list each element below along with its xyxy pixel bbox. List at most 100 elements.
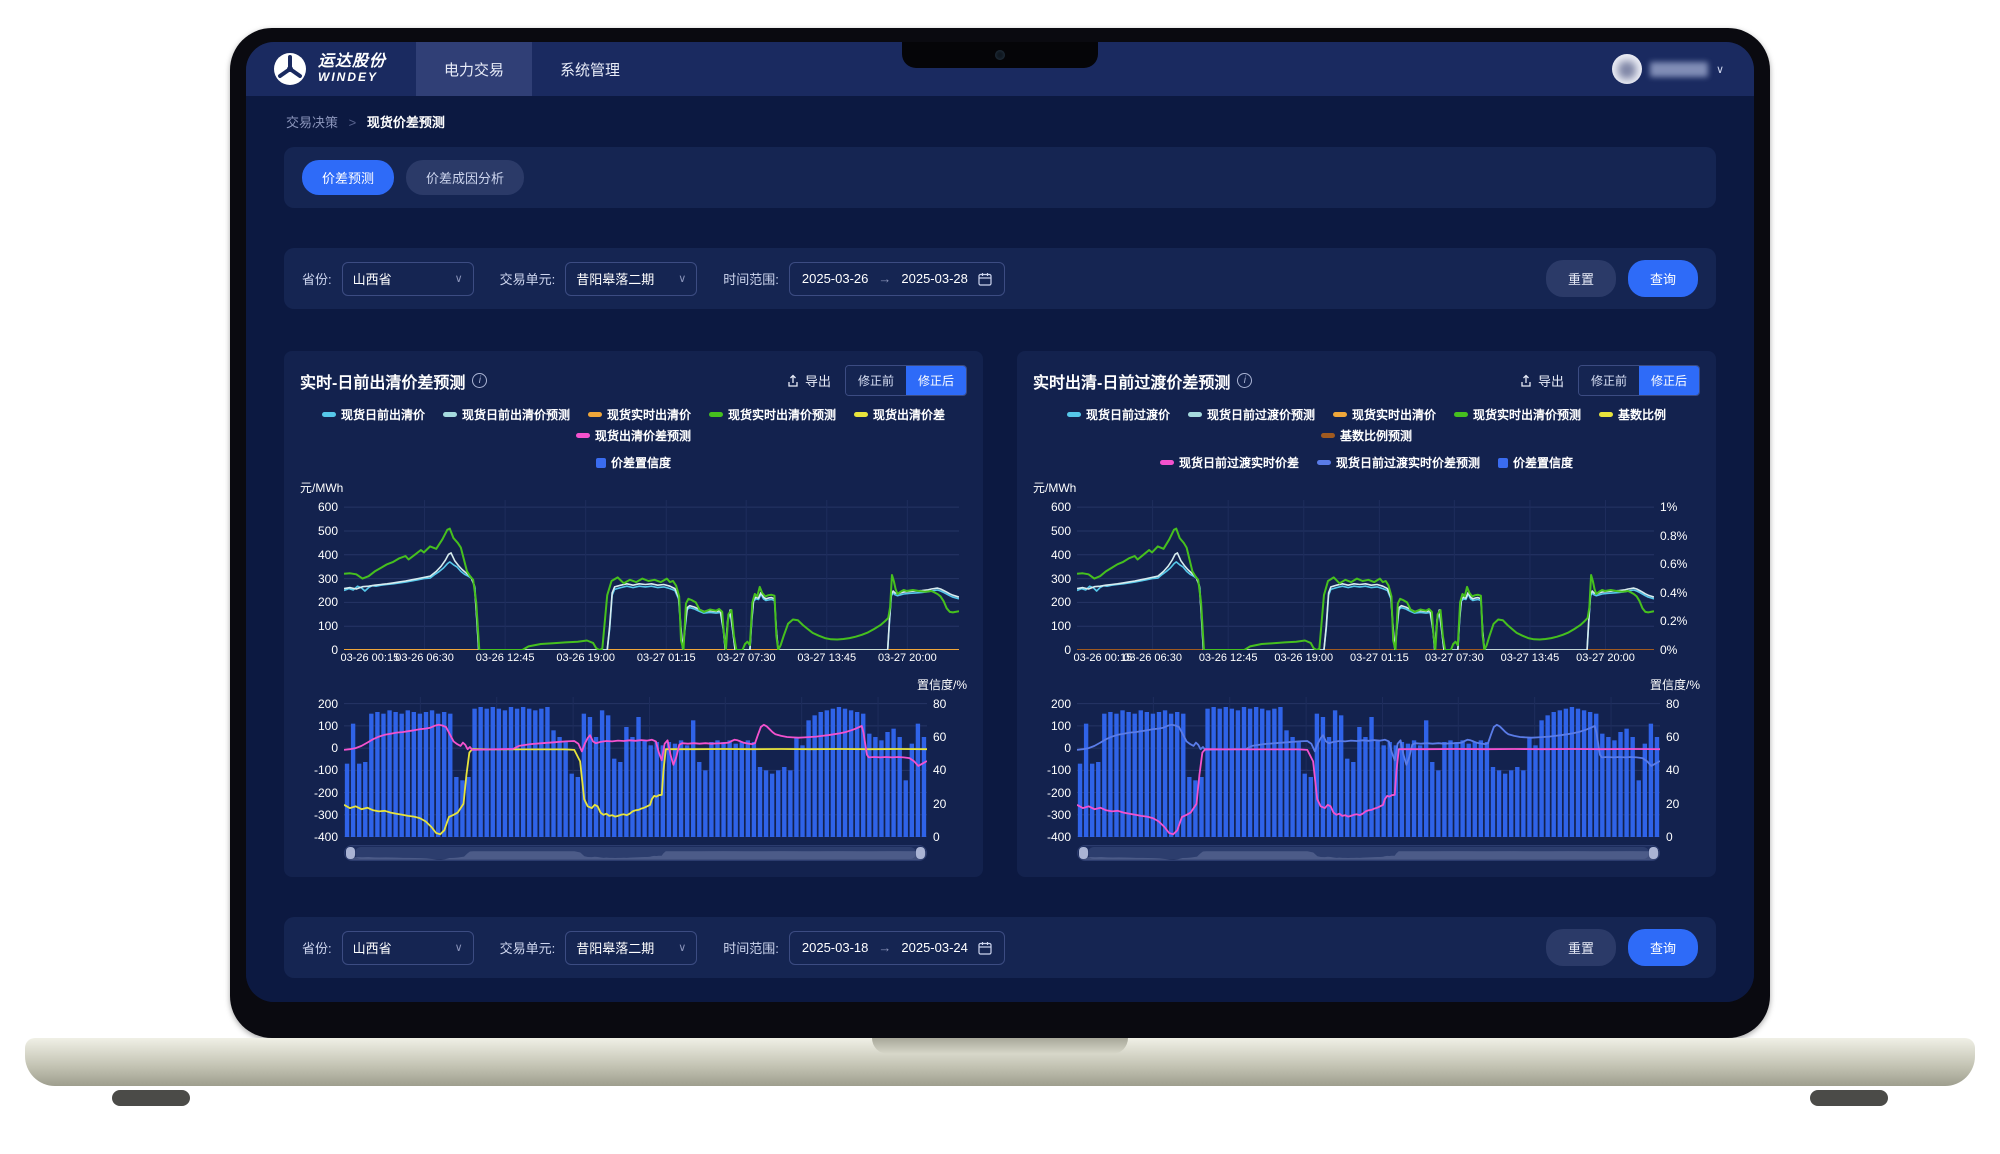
query-button[interactable]: 查询 — [1628, 929, 1698, 966]
arrow-right-icon: → — [878, 940, 891, 955]
legend-chip — [596, 458, 606, 468]
axis-tick-label: -400 — [1047, 830, 1071, 844]
trade-unit-label: 交易单元: — [500, 938, 556, 957]
legend-item[interactable]: 现货日前出清价预测 — [443, 406, 570, 423]
brand-name-cn: 运达股份 — [318, 54, 386, 71]
user-menu[interactable]: ∨ — [1612, 42, 1754, 96]
slider-handle-right[interactable] — [1649, 847, 1658, 859]
legend-item[interactable]: 价差置信度 — [596, 454, 671, 471]
legend-item[interactable]: 现货出清价差预测 — [576, 427, 691, 444]
axis-tick-label: 0 — [331, 741, 338, 755]
axis-unit-row: 元/MWh — [300, 479, 967, 496]
correction-toggle: 修正前修正后 — [1578, 365, 1700, 396]
reset-button[interactable]: 重置 — [1546, 260, 1616, 297]
query-button[interactable]: 查询 — [1628, 260, 1698, 297]
toggle-before-correction[interactable]: 修正前 — [846, 366, 906, 395]
spread-right-axis: 806040200 — [1660, 697, 1700, 837]
axis-tick-label: -100 — [314, 763, 338, 777]
tab-spread-forecast[interactable]: 价差预测 — [302, 160, 394, 195]
legend-row: 现货日前过渡实时价差 现货日前过渡实时价差预测 价差置信度 — [1033, 454, 1700, 471]
date-end[interactable]: 2025-03-24 — [901, 940, 968, 955]
price-x-axis: 03-26 00:1503-26 06:3003-26 12:4503-26 1… — [344, 652, 959, 670]
axis-tick-label: -200 — [1047, 786, 1071, 800]
breadcrumb-parent[interactable]: 交易决策 — [286, 115, 338, 130]
laptop-foot — [112, 1090, 190, 1106]
axis-tick-label: 500 — [1051, 524, 1071, 538]
correction-toggle: 修正前修正后 — [845, 365, 967, 396]
legend-item[interactable]: 基数比例 — [1599, 406, 1666, 423]
legend-item[interactable]: 现货日前出清价 — [322, 406, 425, 423]
legend-item[interactable]: 现货实时出清价预测 — [1454, 406, 1581, 423]
nav-tab-power-trading[interactable]: 电力交易 — [416, 42, 532, 96]
axis-tick-label: -100 — [1047, 763, 1071, 777]
toggle-after-correction[interactable]: 修正后 — [906, 366, 966, 395]
tab-spread-cause-analysis[interactable]: 价差成因分析 — [406, 160, 524, 195]
chevron-down-icon[interactable]: ∨ — [1716, 63, 1724, 76]
legend-item[interactable]: 现货日前过渡实时价差预测 — [1317, 454, 1480, 471]
legend-item[interactable]: 基数比例预测 — [1321, 427, 1412, 444]
axis-tick-label: 0 — [1064, 741, 1071, 755]
axis-tick-label: 80 — [933, 697, 946, 711]
date-range-picker[interactable]: 2025-03-26 → 2025-03-28 — [789, 262, 1005, 296]
avatar[interactable] — [1612, 54, 1642, 84]
legend-item[interactable]: 现货出清价差 — [854, 406, 945, 423]
legend-item[interactable]: 现货实时出清价预测 — [709, 406, 836, 423]
export-button[interactable]: 导出 — [786, 371, 831, 390]
nav-tab-system-admin[interactable]: 系统管理 — [532, 42, 648, 96]
breadcrumb: 交易决策 > 现货价差预测 — [286, 112, 1716, 131]
trade-unit-select[interactable]: 昔阳皋落二期 ∨ — [565, 262, 697, 296]
legend-chip — [588, 412, 602, 417]
date-range-picker[interactable]: 2025-03-18 → 2025-03-24 — [789, 931, 1005, 965]
x-axis-tick-label: 03-26 19:00 — [1274, 652, 1333, 664]
axis-tick-label: 0 — [933, 830, 940, 844]
axis-tick-label: 1% — [1660, 500, 1677, 514]
calendar-icon — [978, 272, 992, 286]
axis-tick-label: 100 — [318, 719, 338, 733]
legend-chip — [709, 412, 723, 417]
panel-actions: 导出修正前修正后 — [1519, 365, 1700, 396]
toggle-after-correction[interactable]: 修正后 — [1639, 366, 1699, 395]
legend-item[interactable]: 现货实时出清价 — [588, 406, 691, 423]
axis-tick-label: 0% — [1660, 643, 1677, 657]
legend-item[interactable]: 现货日前过渡实时价差 — [1160, 454, 1299, 471]
x-axis-tick-label: 03-27 20:00 — [878, 652, 937, 664]
legend-item[interactable]: 现货日前过渡价预测 — [1188, 406, 1315, 423]
toggle-before-correction[interactable]: 修正前 — [1579, 366, 1639, 395]
axis-tick-label: -400 — [314, 830, 338, 844]
reset-button[interactable]: 重置 — [1546, 929, 1616, 966]
breadcrumb-separator: > — [349, 115, 357, 130]
chevron-down-icon: ∨ — [455, 941, 463, 954]
datazoom-slider[interactable] — [1077, 845, 1660, 861]
slider-handle-left[interactable] — [1079, 847, 1088, 859]
spread-y-axis: 2001000-100-200-300-400 — [1033, 697, 1077, 837]
x-axis-tick-label: 03-26 12:45 — [1199, 652, 1258, 664]
legend-chip — [854, 412, 868, 417]
date-end[interactable]: 2025-03-28 — [901, 271, 968, 286]
export-button[interactable]: 导出 — [1519, 371, 1564, 390]
province-select[interactable]: 山西省 ∨ — [342, 262, 474, 296]
axis-tick-label: 300 — [1051, 572, 1071, 586]
legend-item[interactable]: 现货实时出清价 — [1333, 406, 1436, 423]
datazoom-slider[interactable] — [344, 845, 927, 861]
trade-unit-select[interactable]: 昔阳皋落二期 ∨ — [565, 931, 697, 965]
province-select[interactable]: 山西省 ∨ — [342, 931, 474, 965]
confidence-label-row: 置信度/% — [1033, 676, 1700, 693]
date-start[interactable]: 2025-03-26 — [802, 271, 869, 286]
filter-bar-top: 省份: 山西省 ∨ 交易单元: 昔阳皋落二期 ∨ 时间范围: 2025-03-2… — [284, 248, 1716, 309]
info-icon[interactable]: i — [472, 373, 487, 388]
slider-handle-left[interactable] — [346, 847, 355, 859]
info-icon[interactable]: i — [1237, 373, 1252, 388]
legend-item[interactable]: 现货日前过渡价 — [1067, 406, 1170, 423]
screen: 运达股份 WINDEY 电力交易 系统管理 ∨ 交易决策 > 现货价差预测 — [246, 42, 1754, 1002]
x-axis-tick-label: 03-26 00:15 — [340, 652, 399, 664]
axis-tick-label: 20 — [1666, 797, 1679, 811]
axis-tick-label: 0.8% — [1660, 529, 1687, 543]
slider-handle-right[interactable] — [916, 847, 925, 859]
price-plot-area: 03-26 00:1503-26 06:3003-26 12:4503-26 1… — [1077, 500, 1654, 650]
confidence-axis-label: 置信度/% — [917, 676, 967, 693]
brand-name-en: WINDEY — [318, 71, 386, 84]
legend-item[interactable]: 价差置信度 — [1498, 454, 1573, 471]
province-label: 省份: — [302, 269, 332, 288]
spread-chart: 2001000-100-200-300-400806040200 — [300, 697, 967, 837]
date-start[interactable]: 2025-03-18 — [802, 940, 869, 955]
